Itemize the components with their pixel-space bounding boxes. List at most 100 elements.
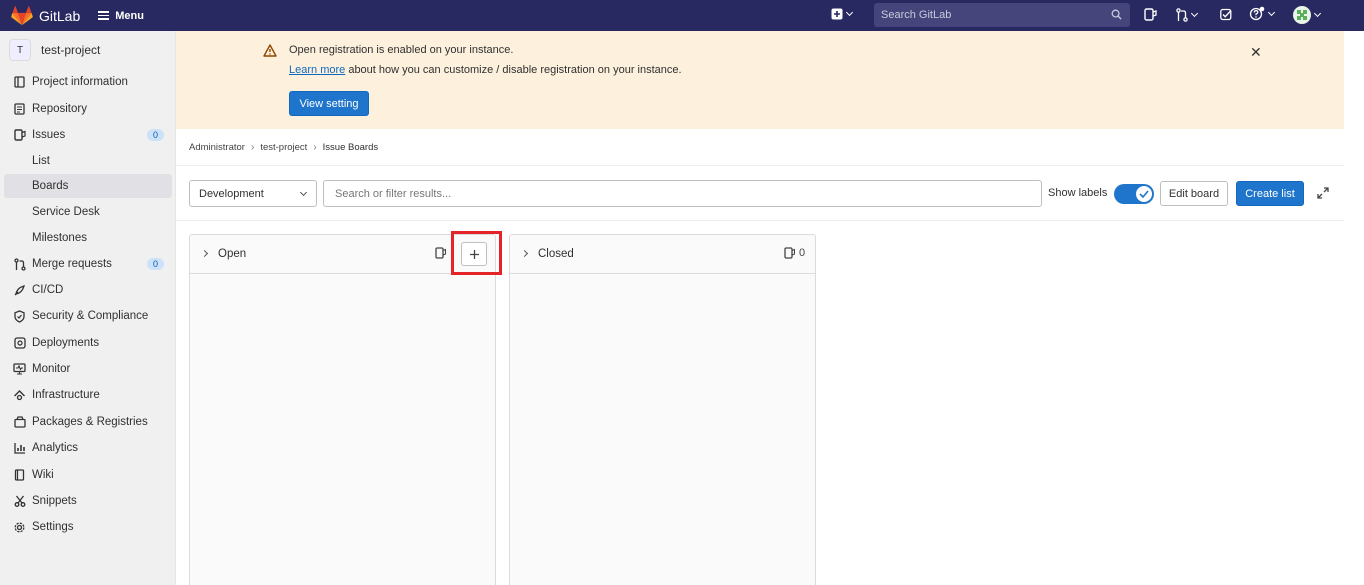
sidebar-item-issues[interactable]: Issues 0 — [4, 123, 172, 147]
board-list-title: Open — [218, 248, 247, 260]
show-labels-label: Show labels — [1048, 187, 1108, 199]
breadcrumb-item[interactable]: Administrator — [189, 142, 245, 153]
monitor-icon — [13, 363, 26, 376]
chevron-right-icon: › — [250, 142, 255, 153]
sidebar-item-repository[interactable]: Repository — [4, 97, 172, 121]
sidebar-item-label: Analytics — [32, 442, 79, 454]
create-list-button[interactable]: Create list — [1236, 181, 1304, 206]
sidebar-item-packages-registries[interactable]: Packages & Registries — [4, 410, 172, 434]
chevron-right-icon[interactable] — [520, 249, 529, 258]
info-icon — [13, 76, 26, 89]
user-menu[interactable] — [1293, 6, 1322, 24]
sidebar-item-milestones[interactable]: Milestones — [4, 226, 172, 250]
alert-title: Open registration is enabled on your ins… — [289, 44, 514, 56]
chevron-right-icon: › — [313, 142, 317, 153]
merge-requests-dropdown[interactable] — [1176, 8, 1199, 22]
search-icon — [1111, 9, 1122, 20]
hamburger-icon — [98, 11, 110, 20]
sidebar-item-settings[interactable]: Settings — [4, 515, 172, 539]
chevron-right-icon[interactable] — [200, 249, 209, 258]
issues-icon — [13, 129, 26, 142]
sidebar-project-header[interactable]: T test-project — [0, 31, 175, 69]
sidebar-item-service-desk[interactable]: Service Desk — [4, 200, 172, 224]
chart-icon — [13, 442, 26, 455]
help-icon — [1249, 6, 1265, 21]
brand-name: GitLab — [39, 7, 81, 24]
new-dropdown-button[interactable] — [831, 8, 854, 20]
sidebar-item-label: Packages & Registries — [32, 416, 148, 428]
sidebar-item-label: Security & Compliance — [32, 310, 149, 322]
shield-icon — [13, 309, 26, 323]
board-list-title: Closed — [538, 248, 574, 260]
merge-request-icon — [13, 257, 26, 271]
menu-button[interactable]: Menu — [98, 10, 144, 22]
alert-body-text: about how you can customize / disable re… — [345, 64, 682, 76]
book-icon — [13, 469, 26, 482]
sidebar-item-security-compliance[interactable]: Security & Compliance — [4, 304, 172, 328]
sidebar-item-ci-cd[interactable]: CI/CD — [4, 278, 172, 302]
scissors-icon — [13, 495, 26, 508]
search-filter-input[interactable]: Search or filter results... — [323, 180, 1042, 207]
breadcrumb: Administrator › test-project › Issue Boa… — [189, 142, 378, 153]
issues-icon[interactable] — [1144, 8, 1157, 22]
chevron-down-icon — [845, 8, 854, 17]
sidebar-item-deployments[interactable]: Deployments — [4, 331, 172, 355]
board-list-closed: Closed 0 — [509, 234, 816, 585]
sidebar-item-wiki[interactable]: Wiki — [4, 463, 172, 487]
deployments-icon — [13, 337, 26, 350]
gear-icon — [13, 521, 26, 534]
sidebar-item-monitor[interactable]: Monitor — [4, 357, 172, 381]
sidebar-item-project-information[interactable]: Project information — [4, 70, 172, 94]
registration-alert: Open registration is enabled on your ins… — [176, 31, 1344, 129]
sidebar-item-infrastructure[interactable]: Infrastructure — [4, 383, 172, 407]
show-labels-toggle[interactable] — [1114, 184, 1154, 204]
gitlab-logo[interactable]: GitLab — [11, 5, 81, 26]
sidebar-item-label: Boards — [32, 180, 69, 192]
sidebar-item-label: Milestones — [32, 232, 87, 244]
learn-more-link[interactable]: Learn more — [289, 64, 345, 76]
sidebar-item-snippets[interactable]: Snippets — [4, 489, 172, 513]
project-avatar: T — [9, 39, 31, 61]
sidebar-item-boards[interactable]: Boards — [4, 174, 172, 198]
sidebar-item-label: CI/CD — [32, 284, 64, 296]
top-navbar: GitLab Menu Search GitLab — [0, 0, 1364, 31]
plus-square-icon — [831, 8, 843, 20]
issues-count-badge: 0 — [147, 129, 164, 141]
maximize-icon[interactable] — [1317, 187, 1329, 199]
sidebar-item-list[interactable]: List — [4, 149, 172, 173]
sidebar-item-label: Issues — [32, 129, 66, 141]
todo-icon[interactable] — [1220, 8, 1232, 21]
search-input[interactable]: Search GitLab — [874, 3, 1130, 27]
board-list-header: Closed 0 — [510, 235, 815, 274]
breadcrumb-current[interactable]: Issue Boards — [323, 142, 378, 153]
check-icon — [1136, 186, 1152, 202]
help-dropdown[interactable] — [1249, 6, 1276, 22]
avatar — [1293, 6, 1311, 24]
edit-board-button[interactable]: Edit board — [1160, 181, 1228, 206]
close-icon[interactable]: ✕ — [1250, 44, 1262, 61]
board-switcher-dropdown[interactable]: Development — [189, 180, 317, 207]
breadcrumb-item[interactable]: test-project — [260, 142, 307, 153]
sidebar-item-label: Service Desk — [32, 206, 100, 218]
sidebar-item-analytics[interactable]: Analytics — [4, 436, 172, 460]
chevron-down-icon — [299, 188, 308, 197]
highlight-box — [451, 231, 502, 275]
project-name: test-project — [41, 43, 101, 57]
divider — [176, 165, 1344, 166]
gitlab-tanuki-icon — [11, 5, 33, 25]
sidebar-item-label: Monitor — [32, 363, 71, 375]
repository-icon — [13, 103, 26, 116]
merge-request-icon — [1176, 8, 1188, 22]
divider — [176, 220, 1344, 221]
issues-icon — [435, 247, 446, 259]
sidebar-item-merge-requests[interactable]: Merge requests 0 — [4, 252, 172, 276]
issue-count: 0 — [784, 247, 805, 259]
issue-count-value: 0 — [799, 247, 806, 259]
board-list-open: Open — [189, 234, 496, 585]
sidebar-item-label: Project information — [32, 76, 128, 88]
filter-placeholder: Search or filter results... — [335, 187, 452, 200]
view-setting-button[interactable]: View setting — [289, 91, 369, 116]
sidebar-item-label: Repository — [32, 103, 87, 115]
sidebar-item-label: Merge requests — [32, 258, 112, 270]
package-icon — [13, 416, 26, 429]
